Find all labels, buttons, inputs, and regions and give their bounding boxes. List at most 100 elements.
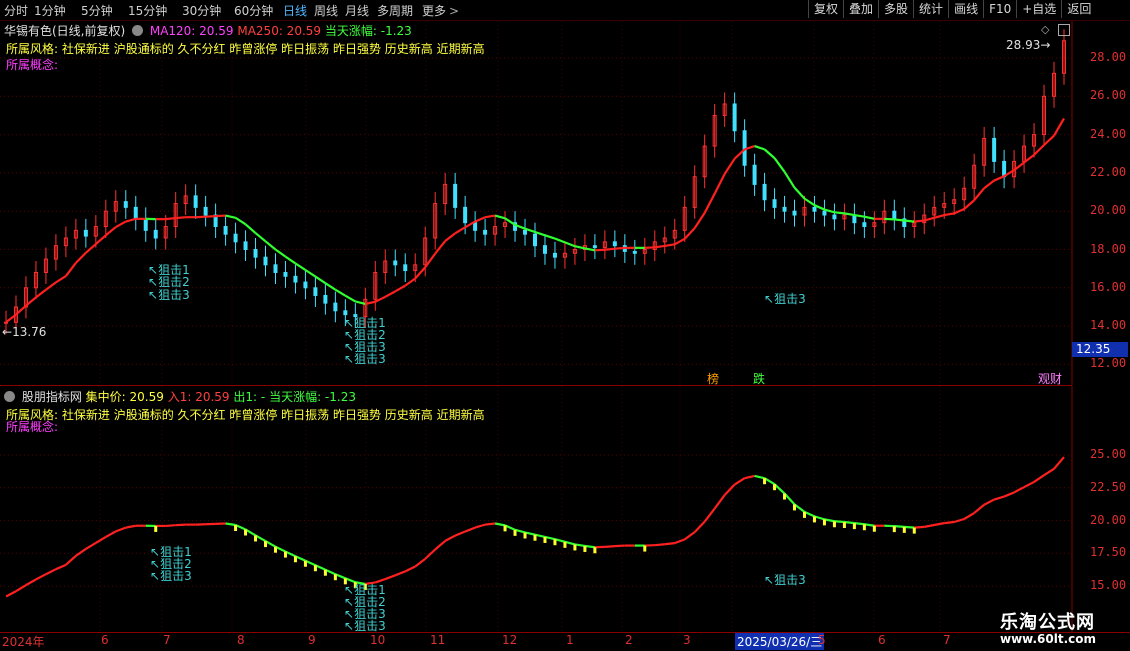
signal-bar: [643, 546, 646, 552]
ma120-label: MA120: 20.59: [150, 24, 234, 38]
period-tab-weekly[interactable]: 周线: [314, 2, 338, 19]
y-tick-label: 26.00: [1090, 88, 1126, 102]
focus-price-line: [196, 217, 206, 218]
focus-price-line: [335, 290, 345, 296]
toolbar-buttons: 复权 叠加 多股 统计 画线 F10 +自选 返回: [808, 0, 1096, 20]
signal-bar: [593, 547, 596, 553]
overlay-button[interactable]: 叠加: [843, 0, 878, 18]
signal-bar: [913, 528, 916, 534]
settings-gear-icon[interactable]: [132, 25, 143, 36]
sub-change-label: 当天涨幅: -1.23: [269, 390, 356, 404]
focus-price-line: [944, 213, 954, 215]
period-tab-more[interactable]: 更多>: [422, 2, 459, 19]
sub-focus-price-line: [405, 567, 415, 572]
sub-focus-price-line: [465, 528, 475, 532]
high-price-value: 28.93: [1006, 38, 1040, 52]
current-price-box: 12.35: [1072, 342, 1128, 357]
candle-body: [284, 272, 287, 276]
sub-focus-price-line: [1054, 457, 1064, 469]
candle-body: [893, 211, 896, 219]
add-watchlist-button[interactable]: +自选: [1016, 0, 1061, 18]
period-tab-60min[interactable]: 60分钟: [234, 2, 273, 19]
panel-divider: [0, 385, 1072, 386]
focus-price-line: [315, 277, 325, 284]
candle-body: [823, 211, 826, 215]
sub-focus-price-line: [685, 532, 695, 539]
candle-body: [314, 288, 317, 296]
sub-focus-price-line: [655, 544, 665, 545]
signal-c: ↖狙击3: [764, 293, 806, 305]
signal-bar: [524, 532, 527, 538]
fuquan-button[interactable]: 复权: [808, 0, 843, 18]
focus-price-line: [605, 249, 615, 250]
date-label: 12: [502, 633, 517, 647]
sub-focus-price-line: [226, 523, 236, 524]
focus-price-line: [176, 217, 186, 218]
sub-focus-price-line: [1034, 475, 1044, 482]
main-kline-chart[interactable]: [0, 21, 1130, 385]
signal-bar: [284, 552, 287, 558]
statistics-button[interactable]: 统计: [913, 0, 948, 18]
draw-line-button[interactable]: 画线: [948, 0, 983, 18]
sub-focus-price-line: [455, 532, 465, 536]
sub-signal-c: ↖狙击3: [764, 574, 806, 586]
focus-price-line: [894, 219, 904, 220]
sub-focus-price-line: [445, 536, 455, 541]
back-button[interactable]: 返回: [1061, 0, 1096, 18]
sub-focus-price-line: [395, 571, 405, 575]
focus-price-line: [295, 263, 305, 270]
focus-price-line: [834, 212, 844, 213]
arrow-left-icon: ←: [2, 325, 12, 339]
period-tab-5min[interactable]: 5分钟: [81, 2, 113, 19]
sub-style-text: 社保新进 沪股通标的 久不分红 昨曾涨停 昨日振荡 昨日强势 历史新高 近期新高: [62, 408, 485, 422]
concept-label: 所属概念:: [6, 56, 58, 73]
signal-bar: [793, 504, 796, 510]
period-tab-30min[interactable]: 30分钟: [182, 2, 221, 19]
in-label: 入1: 20.59: [168, 390, 230, 404]
y-tick-label: 12.00: [1090, 356, 1126, 370]
date-label: 3: [683, 633, 691, 647]
period-tab-multi[interactable]: 多周期: [377, 2, 413, 19]
period-tab-fenshi[interactable]: 分时: [4, 2, 28, 19]
settings-gear-icon[interactable]: [4, 391, 15, 402]
sub-focus-price-line: [86, 543, 96, 549]
focus-price-line: [1044, 136, 1054, 145]
sub-focus-price-line: [176, 525, 186, 526]
date-label: 11: [430, 633, 445, 647]
focus-price-line: [1054, 118, 1064, 135]
focus-price-line: [485, 216, 495, 218]
window-toggle-icon[interactable]: [1058, 24, 1070, 36]
candle-body: [394, 261, 397, 265]
signal-bar: [244, 529, 247, 535]
multi-stock-button[interactable]: 多股: [878, 0, 913, 18]
signal-bar: [304, 561, 307, 567]
date-label: 6: [101, 633, 109, 647]
f10-button[interactable]: F10: [983, 0, 1016, 18]
focus-price-line: [595, 250, 605, 251]
period-tab-monthly[interactable]: 月线: [345, 2, 369, 19]
focus-price-line: [246, 224, 256, 233]
change-label: 当天涨幅: -1.23: [325, 24, 412, 38]
sub-focus-price-line: [705, 509, 715, 522]
candle-body: [224, 227, 227, 235]
candle-body: [344, 311, 347, 315]
candle-body: [753, 165, 756, 184]
candle-body: [633, 251, 636, 253]
signal-bar: [534, 535, 537, 541]
focus-price-line: [994, 176, 1004, 180]
candle-body: [773, 200, 776, 208]
sub-focus-price-line: [984, 500, 994, 505]
signal-bar: [813, 516, 816, 522]
y-tick-label: 17.50: [1090, 545, 1126, 559]
sub-focus-price-line: [944, 522, 954, 523]
period-tab-15min[interactable]: 15分钟: [128, 2, 167, 19]
sub-focus-price-line: [954, 519, 964, 522]
y-tick-label: 25.00: [1090, 447, 1126, 461]
period-tab-daily[interactable]: 日线: [283, 2, 307, 19]
sub-focus-price-line: [1024, 482, 1034, 487]
diamond-icon[interactable]: ◇: [1041, 23, 1049, 36]
period-tab-1min[interactable]: 1分钟: [34, 2, 66, 19]
date-label: 7: [163, 633, 171, 647]
candle-body: [613, 242, 616, 246]
stock-title: 华锡有色(日线,前复权): [4, 24, 125, 38]
